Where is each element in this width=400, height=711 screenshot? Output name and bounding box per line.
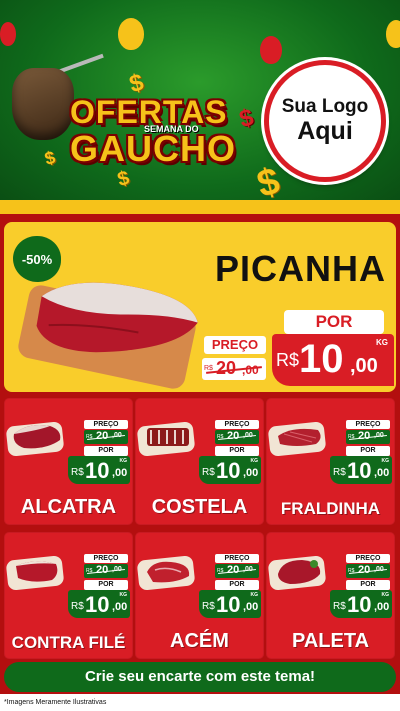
meat-icon (278, 560, 321, 584)
new-price: R$ 10,00 KG (199, 590, 261, 618)
bombilla-icon (57, 53, 104, 74)
meat-icon (16, 561, 58, 582)
por-label: POR (84, 446, 128, 456)
discount-badge: -50% (13, 236, 61, 282)
old-price: R$20,00 (215, 564, 259, 578)
currency: R$ (333, 467, 346, 478)
unit: KG (119, 592, 128, 598)
balloon-icon (118, 18, 144, 50)
title-semana: SEMANA DO (144, 124, 199, 134)
product-card-costela[interactable]: PREÇO R$20,00 POR R$10,00 KG COSTELA (135, 398, 264, 525)
por-label: POR (84, 580, 128, 590)
disclaimer-text: *Imagens Meramente Ilustrativas (0, 694, 400, 711)
unit: KG (119, 458, 128, 464)
currency: R$ (71, 601, 84, 612)
meat-icon (147, 428, 189, 446)
unit: KG (381, 592, 390, 598)
por-label: POR (215, 446, 259, 456)
price-dec: ,00 (112, 601, 128, 613)
hero-new-price: R$ 10 ,00 KG (272, 334, 394, 386)
yellow-divider (0, 200, 400, 214)
title-gaucho: GAUCHO (70, 128, 236, 169)
hero-old-price: R$ 20 ,00 (202, 358, 266, 380)
price-dec: ,00 (112, 467, 128, 479)
cta-button[interactable]: Crie seu encarte com este tema! (4, 662, 396, 692)
old-price: R$20,00 (215, 430, 259, 444)
logo-line2: Aqui (297, 116, 353, 145)
money-icon: $ (236, 103, 257, 134)
picanha-meat-icon (36, 282, 198, 353)
product-name: ALCATRA (20, 496, 117, 518)
price-dec: ,00 (374, 601, 390, 613)
currency: R$ (202, 601, 215, 612)
hero-old-dec: ,00 (242, 363, 259, 377)
new-price: R$ 10,00 KG (68, 590, 130, 618)
new-price: R$ 10,00 KG (199, 456, 261, 484)
hero-por-label: POR (284, 310, 384, 334)
currency: R$ (202, 467, 215, 478)
money-icon: $ (115, 166, 132, 192)
product-name: PALETA (291, 630, 370, 652)
hero-offer-card[interactable]: -50% PICANHA PREÇO R$ 20 ,00 POR R$ 10 ,… (4, 222, 396, 392)
currency: R$ (333, 601, 346, 612)
price-dec: ,00 (243, 467, 259, 479)
price-int: 10 (216, 458, 241, 483)
meat-icon (147, 561, 190, 583)
product-card-contra-file[interactable]: PREÇO R$20,00 POR R$10,00 KG CONTRA FILÉ (4, 532, 133, 659)
meat-icon (278, 428, 321, 446)
old-price: R$20,00 (346, 564, 390, 578)
preco-label: PREÇO (215, 420, 259, 429)
balloon-icon (260, 36, 282, 64)
mate-gourd-icon (12, 68, 74, 140)
product-name: COSTELA (151, 496, 248, 518)
old-price: R$20,00 (84, 564, 128, 578)
product-name: FRALDINHA (280, 499, 381, 518)
hero-price-dec: ,00 (350, 355, 378, 377)
price-int: 10 (85, 458, 110, 483)
header-banner: $ $ $ $ $ OFERTAS GAUCHO SEMANA DO Sua L… (0, 0, 400, 205)
hero-product-name: PICANHA (214, 248, 386, 289)
balloon-icon (0, 22, 16, 46)
balloon-icon (386, 20, 400, 48)
price-dec: ,00 (374, 467, 390, 479)
meat-icon (13, 425, 61, 449)
product-grid: PREÇO R$20,00 POR R$10,00KG ALCATRA PREÇ… (4, 398, 396, 660)
preco-label: PREÇO (84, 554, 128, 563)
unit: KG (250, 458, 259, 464)
hero-currency: R$ (276, 350, 300, 370)
old-price: R$20,00 (84, 430, 128, 444)
preco-label: PREÇO (346, 554, 390, 563)
price-int: 10 (347, 458, 372, 483)
por-label: POR (346, 446, 390, 456)
por-label: POR (346, 580, 390, 590)
currency: R$ (71, 467, 84, 478)
money-icon: $ (252, 159, 285, 205)
old-price: R$20,00 (346, 430, 390, 444)
price-int: 10 (216, 592, 241, 617)
money-icon: $ (42, 147, 58, 169)
hero-preco-label: PREÇO (204, 336, 266, 354)
logo-placeholder[interactable]: Sua Logo Aqui (264, 60, 386, 182)
unit: KG (250, 592, 259, 598)
unit: KG (381, 458, 390, 464)
price-dec: ,00 (243, 601, 259, 613)
new-price: R$ 10,00 KG (330, 456, 392, 484)
product-name: ACÉM (170, 630, 229, 652)
new-price: R$ 10,00 KG (330, 590, 392, 618)
product-name: CONTRA FILÉ (11, 633, 126, 652)
hero-unit: KG (376, 338, 388, 347)
product-card-alcatra[interactable]: PREÇO R$20,00 POR R$10,00 KG ALCATRA (4, 398, 133, 525)
price-int: 10 (347, 592, 372, 617)
product-card-paleta[interactable]: PREÇO R$20,00 POR R$10,00 KG PALETA (266, 532, 395, 659)
logo-line1: Sua Logo (281, 95, 369, 117)
new-price: R$ 10,00 KG (68, 456, 130, 484)
hero-price-int: 10 (299, 337, 344, 381)
product-card-fraldinha[interactable]: PREÇO R$20,00 POR R$10,00 KG FRALDINHA (266, 398, 395, 525)
preco-label: PREÇO (84, 420, 128, 429)
preco-label: PREÇO (346, 420, 390, 429)
product-card-acem[interactable]: PREÇO R$20,00 POR R$10,00 KG ACÉM (135, 532, 264, 659)
por-label: POR (215, 580, 259, 590)
price-int: 10 (85, 592, 110, 617)
preco-label: PREÇO (215, 554, 259, 563)
